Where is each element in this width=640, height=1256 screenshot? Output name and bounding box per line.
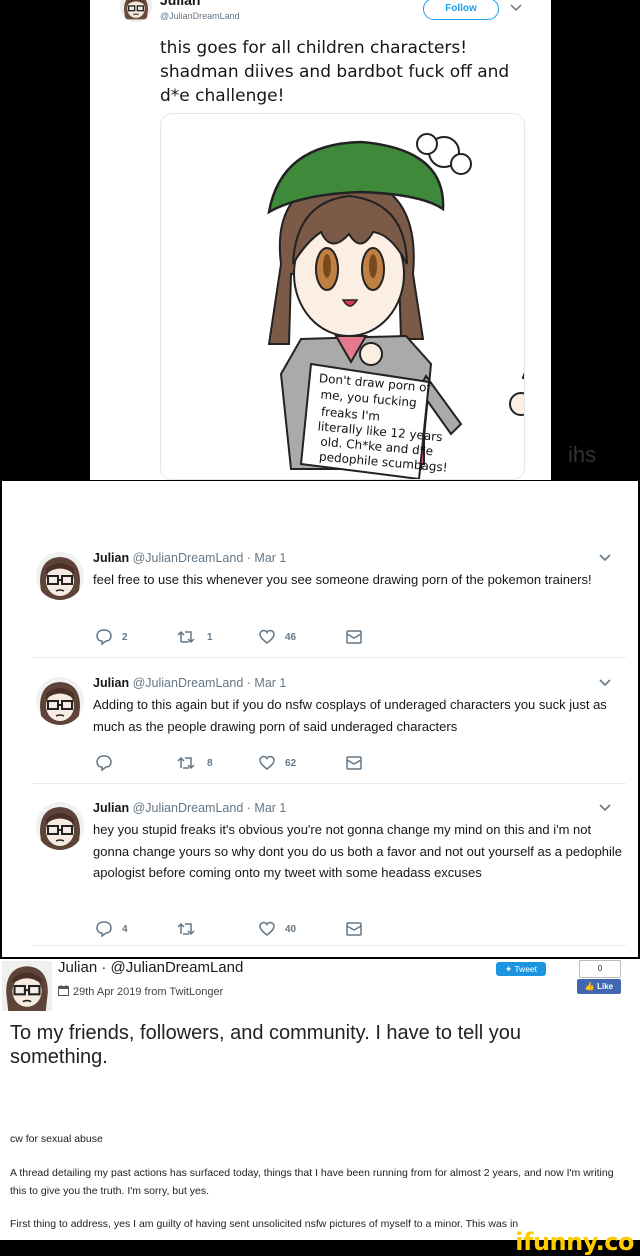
reply-meta: Julian @JulianDreamLand · Mar 1: [93, 676, 286, 690]
post-title: To my friends, followers, and community.…: [10, 1022, 521, 1068]
chevron-down-icon[interactable]: [508, 0, 524, 16]
avatar[interactable]: [2, 961, 52, 1011]
divider: [32, 657, 626, 658]
reply-text: feel free to use this whenever you see s…: [93, 572, 592, 587]
avatar[interactable]: [36, 802, 84, 850]
author-line[interactable]: Julian · @JulianDreamLand: [58, 959, 243, 976]
retweet-count: 8: [207, 757, 213, 769]
message-action[interactable]: [345, 753, 363, 773]
retweet-action[interactable]: 8: [176, 753, 213, 773]
follow-button[interactable]: Follow: [423, 0, 499, 20]
avatar[interactable]: [36, 677, 84, 725]
like-count: 62: [285, 757, 297, 769]
author-name[interactable]: Julian: [160, 0, 200, 8]
tweet-header: Julian @JulianDreamLand Follow: [90, 0, 551, 26]
reply-icon: [96, 921, 112, 938]
reply-thread-panel: Julian @JulianDreamLand · Mar 1 feel fre…: [2, 481, 638, 957]
author-name[interactable]: Julian: [93, 676, 129, 690]
envelope-icon: [346, 922, 362, 936]
author-handle[interactable]: @JulianDreamLand: [133, 551, 244, 565]
tweet-date[interactable]: Mar 1: [254, 676, 286, 690]
tweet-text: this goes for all children characters! s…: [160, 38, 510, 106]
divider: [32, 783, 626, 784]
envelope-icon: [346, 630, 362, 644]
retweet-count: 1: [207, 631, 213, 643]
cropped-text: ihs: [568, 442, 597, 467]
action-bar: 4 40: [95, 919, 395, 939]
reply-text: Adding to this again but if you do nsfw …: [93, 697, 607, 734]
twitter-bird-icon: ✦: [504, 964, 513, 974]
reply-meta: Julian @JulianDreamLand · Mar 1: [93, 551, 286, 565]
reply-count: 4: [122, 923, 128, 935]
calendar-icon: [58, 985, 69, 999]
like-action[interactable]: 40: [258, 919, 296, 939]
dot-separator: ·: [246, 676, 251, 690]
reply-text: hey you stupid freaks it's obvious you'r…: [93, 822, 623, 880]
post-date-row: 29th Apr 2019 from TwitLonger: [58, 985, 223, 999]
avatar[interactable]: [36, 552, 84, 600]
retweet-icon: [177, 922, 195, 936]
twitlonger-panel: Julian · @JulianDreamLand 29th Apr 2019 …: [0, 959, 640, 1240]
chevron-down-icon[interactable]: [598, 676, 612, 693]
reply-icon: [96, 755, 112, 772]
retweet-action[interactable]: [176, 919, 207, 939]
tweet-date[interactable]: Mar 1: [254, 801, 286, 815]
retweet-icon: [177, 756, 195, 770]
dot-separator: ·: [246, 801, 251, 815]
reply-count: 2: [122, 631, 128, 643]
reply-action[interactable]: 4: [95, 919, 128, 939]
like-action[interactable]: 62: [258, 753, 296, 773]
content-warning: cw for sexual abuse: [10, 1133, 103, 1145]
like-action[interactable]: 46: [258, 627, 296, 647]
divider: [32, 945, 626, 946]
retweet-icon: [177, 630, 195, 644]
chevron-down-icon[interactable]: [598, 801, 612, 818]
heart-icon: [259, 629, 275, 644]
author-handle[interactable]: @JulianDreamLand: [133, 676, 244, 690]
author-name[interactable]: Julian: [93, 801, 129, 815]
like-count: 46: [285, 631, 297, 643]
heart-icon: [259, 921, 275, 936]
tweet-button-label: Tweet: [514, 964, 538, 974]
tweet-image[interactable]: Don't draw porn of me, you fucking freak…: [160, 113, 525, 480]
tweet-share-button[interactable]: ✦ Tweet: [496, 962, 546, 976]
avatar[interactable]: [120, 0, 152, 22]
dot-separator: ·: [246, 551, 251, 565]
author-handle[interactable]: @JulianDreamLand: [160, 11, 240, 21]
retweet-action[interactable]: 1: [176, 627, 213, 647]
like-button-label: Like: [597, 982, 614, 991]
author-name[interactable]: Julian: [93, 551, 129, 565]
reply-action[interactable]: 2: [95, 627, 128, 647]
author-handle[interactable]: @JulianDreamLand: [133, 801, 244, 815]
action-bar: 8 62: [95, 753, 395, 773]
message-action[interactable]: [345, 627, 363, 647]
drawing-tweet-panel: Julian @JulianDreamLand Follow this goes…: [90, 0, 551, 480]
action-bar: 2 1 46: [95, 627, 395, 647]
reply-action[interactable]: [95, 753, 122, 773]
envelope-icon: [346, 756, 362, 770]
tweet-date[interactable]: Mar 1: [254, 551, 286, 565]
share-count: 0: [579, 960, 621, 978]
facebook-like-button[interactable]: 👍 Like: [577, 979, 621, 994]
chevron-down-icon[interactable]: [598, 551, 612, 568]
heart-icon: [259, 755, 275, 770]
thumbs-up-icon: 👍: [584, 982, 595, 991]
reply-icon: [96, 629, 112, 646]
post-date[interactable]: 29th Apr 2019 from TwitLonger: [73, 986, 223, 998]
message-action[interactable]: [345, 919, 363, 939]
watermark-logo: ifunny.co: [515, 1228, 634, 1256]
post-paragraph: A thread detailing my past actions has s…: [10, 1167, 614, 1197]
reply-meta: Julian @JulianDreamLand · Mar 1: [93, 801, 286, 815]
like-count: 40: [285, 923, 297, 935]
